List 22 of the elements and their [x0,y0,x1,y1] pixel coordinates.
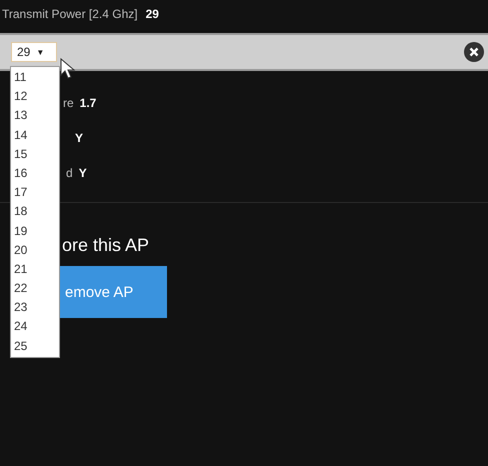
row-label: re [63,96,74,110]
dropdown-option[interactable]: 13 [11,106,59,126]
row-value: Y [75,130,84,144]
dropdown-option[interactable]: 19 [11,222,59,241]
field-value: 29 [146,7,159,21]
power-select[interactable]: 29 ▼ [11,42,57,62]
row-value: 1.7 [80,96,96,110]
field-label: Transmit Power [2.4 Ghz] [2,7,138,21]
dropdown-option[interactable]: 24 [11,317,59,337]
dropdown-option[interactable]: 12 [11,87,59,106]
dropdown-option[interactable]: 11 [11,68,59,88]
row-label: d [66,166,73,180]
dropdown-option[interactable]: 14 [11,126,59,145]
section-title: ore this AP [62,235,150,256]
dropdown-option[interactable]: 16 [11,164,59,184]
row-value: Y [78,166,87,180]
dropdown-option[interactable]: 15 [11,144,59,164]
dropdown-option[interactable]: 25 [11,336,59,356]
dropdown-option[interactable]: 18 [11,202,59,222]
dropdown-option[interactable]: 17 [11,183,59,202]
close-icon[interactable] [464,42,484,62]
dropdown-option[interactable]: 20 [11,240,59,260]
